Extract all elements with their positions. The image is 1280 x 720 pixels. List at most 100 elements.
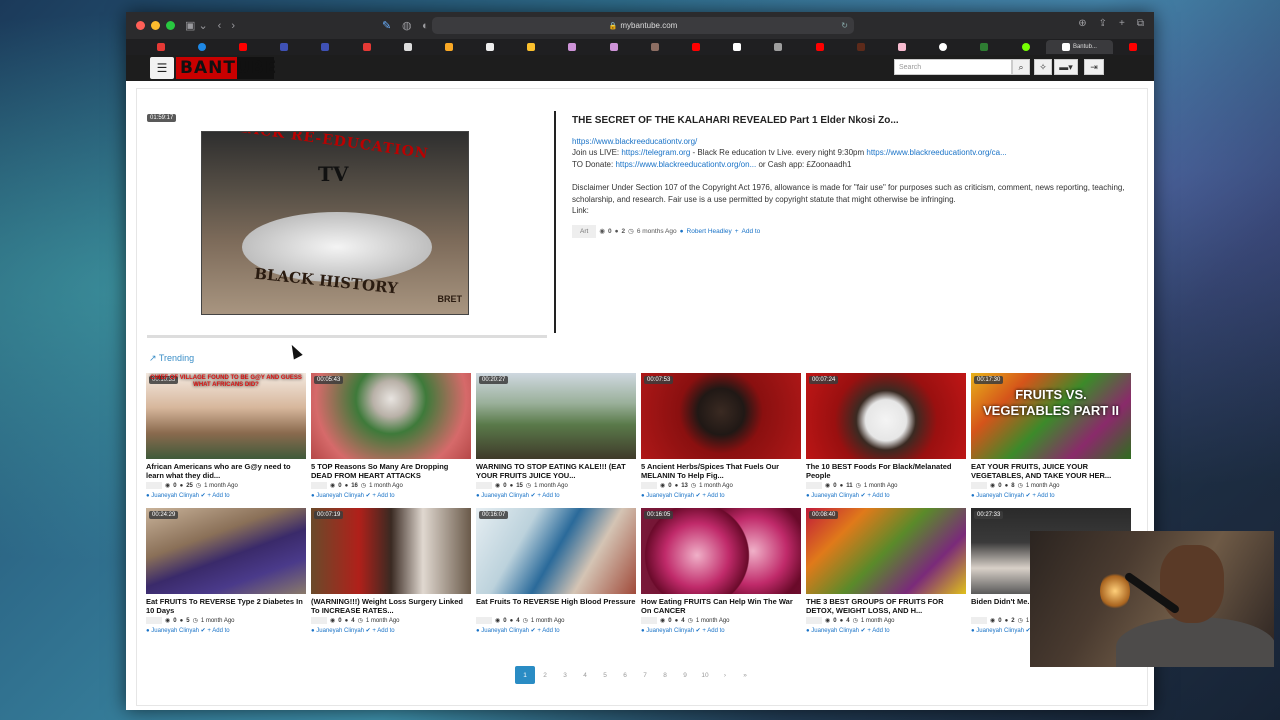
video-title[interactable]: WARNING TO STOP EATING KALE!!! (EAT YOUR…: [476, 463, 636, 480]
category-badge[interactable]: [641, 617, 657, 624]
page-button[interactable]: 9: [675, 666, 695, 684]
category-badge[interactable]: [641, 482, 657, 489]
pen-icon[interactable]: ✎: [382, 19, 391, 32]
tab-favicon[interactable]: [346, 40, 387, 54]
page-button[interactable]: 10: [695, 666, 715, 684]
link-join[interactable]: https://www.blackreeducationtv.org/ca...: [866, 148, 1006, 157]
video-title[interactable]: EAT YOUR FRUITS, JUICE YOUR VEGETABLES, …: [971, 463, 1131, 480]
video-card[interactable]: 00:10:33 CHIEF OF VILLAGE FOUND TO BE G@…: [146, 373, 306, 499]
language-select[interactable]: ▬▾: [1054, 59, 1078, 75]
video-thumbnail[interactable]: 00:08:40: [806, 508, 966, 594]
forward-arrow-icon[interactable]: ›: [231, 20, 235, 32]
page-button[interactable]: 7: [635, 666, 655, 684]
add-to-button[interactable]: Add to: [707, 493, 724, 499]
tab-favicon[interactable]: [964, 40, 1005, 54]
extension-icon[interactable]: ◍: [402, 19, 412, 32]
menu-hamburger-icon[interactable]: ☰: [150, 57, 174, 79]
add-to-button[interactable]: Add to: [742, 226, 761, 238]
tab-favicon[interactable]: [552, 40, 593, 54]
share-icon[interactable]: ⇪: [1099, 18, 1107, 29]
add-to-button[interactable]: Add to: [707, 628, 724, 634]
site-logo[interactable]: BANTUBE: [176, 57, 276, 79]
category-badge[interactable]: [806, 482, 822, 489]
video-card[interactable]: 00:07:53 5 Ancient Herbs/Spices That Fue…: [641, 373, 801, 499]
tab-favicon[interactable]: [881, 40, 922, 54]
shield-icon[interactable]: ◐: [422, 20, 429, 32]
author-link[interactable]: Juaneyah Clinyah: [151, 493, 199, 499]
video-card[interactable]: 00:08:40 THE 3 BEST GROUPS OF FRUITS FOR…: [806, 508, 966, 634]
category-badge[interactable]: [476, 617, 492, 624]
add-to-button[interactable]: Add to: [212, 493, 229, 499]
category-badge[interactable]: [971, 482, 987, 489]
page-button[interactable]: ›: [715, 666, 735, 684]
sidebar-toggle-icon[interactable]: ▣ ⌄: [185, 19, 208, 32]
minimize-window-button[interactable]: [151, 21, 160, 30]
author-link[interactable]: Juaneyah Clinyah: [811, 493, 859, 499]
tab-active[interactable]: Bantub...: [1046, 40, 1113, 54]
video-card[interactable]: 00:07:19 (WARNING!!!) Weight Loss Surger…: [311, 508, 471, 634]
featured-title[interactable]: THE SECRET OF THE KALAHARI REVEALED Part…: [572, 115, 1132, 127]
video-title[interactable]: THE 3 BEST GROUPS OF FRUITS FOR DETOX, W…: [806, 598, 966, 615]
address-bar[interactable]: 🔒 mybantube.com ↻: [432, 17, 854, 34]
video-title[interactable]: Eat Fruits To REVERSE High Blood Pressur…: [476, 598, 636, 615]
video-thumbnail[interactable]: 00:24:29: [146, 508, 306, 594]
page-button[interactable]: 1: [515, 666, 535, 684]
tab-favicon[interactable]: [840, 40, 881, 54]
tab-favicon[interactable]: [511, 40, 552, 54]
category-badge[interactable]: Art: [572, 224, 597, 238]
video-title[interactable]: African Americans who are G@y need to le…: [146, 463, 306, 480]
add-to-button[interactable]: Add to: [872, 628, 889, 634]
link-telegram[interactable]: https://telegram.org: [621, 148, 690, 157]
category-badge[interactable]: [476, 482, 492, 489]
category-badge[interactable]: [971, 617, 987, 624]
tab-favicon[interactable]: [470, 40, 511, 54]
tab-favicon[interactable]: [428, 40, 469, 54]
video-title[interactable]: 5 TOP Reasons So Many Are Dropping DEAD …: [311, 463, 471, 480]
add-to-button[interactable]: Add to: [542, 493, 559, 499]
video-thumbnail[interactable]: 00:07:24: [806, 373, 966, 459]
video-card[interactable]: 00:07:24 The 10 BEST Foods For Black/Mel…: [806, 373, 966, 499]
author-link[interactable]: Robert Headley: [687, 226, 732, 238]
video-card[interactable]: 00:20:27 WARNING TO STOP EATING KALE!!! …: [476, 373, 636, 499]
author-link[interactable]: Juaneyah Clinyah: [316, 628, 364, 634]
reload-icon[interactable]: ↻: [841, 21, 848, 30]
video-card[interactable]: 00:16:07 Eat Fruits To REVERSE High Bloo…: [476, 508, 636, 634]
video-card[interactable]: 00:17:30 FRUITS VS. VEGETABLES PART II E…: [971, 373, 1131, 499]
page-button[interactable]: 3: [555, 666, 575, 684]
search-button[interactable]: ⌕: [1012, 59, 1030, 75]
close-window-button[interactable]: [136, 21, 145, 30]
search-input[interactable]: Search: [894, 59, 1012, 75]
author-link[interactable]: Juaneyah Clinyah: [481, 493, 529, 499]
video-title[interactable]: The 10 BEST Foods For Black/Melanated Pe…: [806, 463, 966, 480]
login-button[interactable]: ⇥: [1084, 59, 1104, 75]
video-title[interactable]: Eat FRUITS To REVERSE Type 2 Diabetes In…: [146, 598, 306, 615]
tab-overview-icon[interactable]: ⧉: [1137, 18, 1144, 29]
video-title[interactable]: (WARNING!!!) Weight Loss Surgery Linked …: [311, 598, 471, 615]
video-thumbnail[interactable]: 00:16:05: [641, 508, 801, 594]
tab-favicon[interactable]: [675, 40, 716, 54]
category-badge[interactable]: [146, 482, 162, 489]
video-card[interactable]: 00:16:05 How Eating FRUITS Can Help Win …: [641, 508, 801, 634]
tab-favicon[interactable]: [1005, 40, 1046, 54]
page-button[interactable]: 6: [615, 666, 635, 684]
tab-favicon[interactable]: [222, 40, 263, 54]
add-to-button[interactable]: Add to: [377, 493, 394, 499]
tab-favicon[interactable]: [264, 40, 305, 54]
page-button[interactable]: 5: [595, 666, 615, 684]
video-thumbnail[interactable]: 00:07:19: [311, 508, 471, 594]
video-thumbnail[interactable]: 00:10:33 CHIEF OF VILLAGE FOUND TO BE G@…: [146, 373, 306, 459]
tab-favicon[interactable]: [758, 40, 799, 54]
category-badge[interactable]: [146, 617, 162, 624]
video-thumbnail[interactable]: 00:17:30 FRUITS VS. VEGETABLES PART II: [971, 373, 1131, 459]
tab-favicon[interactable]: [1113, 40, 1154, 54]
video-card[interactable]: 00:05:43 5 TOP Reasons So Many Are Dropp…: [311, 373, 471, 499]
add-to-button[interactable]: Add to: [212, 628, 229, 634]
featured-video-thumbnail[interactable]: 01:59:17 BLACK RE-EDUCATION TV BLACK HIS…: [147, 111, 547, 338]
tab-favicon[interactable]: [305, 40, 346, 54]
tab-favicon[interactable]: [140, 40, 181, 54]
tab-favicon[interactable]: [717, 40, 758, 54]
add-to-button[interactable]: Add to: [377, 628, 394, 634]
theme-toggle-button[interactable]: ✧: [1034, 59, 1052, 75]
video-title[interactable]: How Eating FRUITS Can Help Win The War O…: [641, 598, 801, 615]
page-button[interactable]: 2: [535, 666, 555, 684]
